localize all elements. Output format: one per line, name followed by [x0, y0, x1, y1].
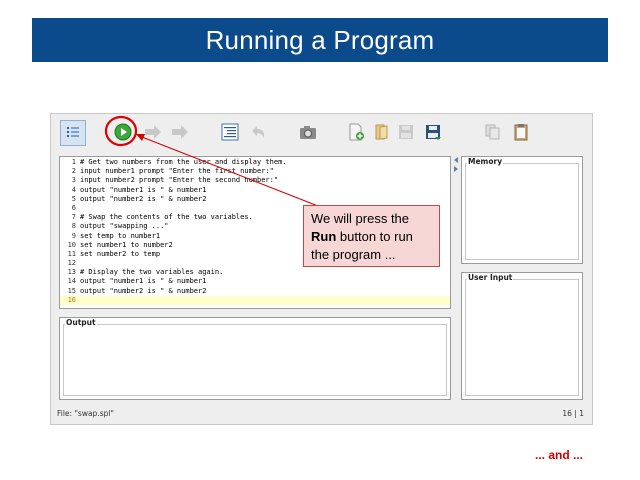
- line-number: 16: [67, 295, 76, 304]
- slide-title: Running a Program: [205, 24, 435, 55]
- line-text: output "number1 is " & number1: [80, 277, 207, 286]
- status-file: File: "swap.spl": [57, 409, 114, 418]
- line-number: 14: [67, 277, 76, 286]
- line-number: 15: [67, 286, 76, 295]
- memory-input-divider[interactable]: [461, 265, 583, 279]
- line-text: input number1 prompt "Enter the first nu…: [80, 167, 274, 176]
- line-text: output "swapping ...": [80, 222, 169, 231]
- user-input-area[interactable]: [465, 279, 579, 396]
- code-line[interactable]: 2 input number1 prompt "Enter the first n…: [60, 167, 450, 176]
- line-text: output "number1 is " & number1: [80, 185, 207, 194]
- code-line[interactable]: 4 output "number1 is " & number1: [60, 186, 450, 195]
- step-icon[interactable]: [141, 120, 165, 144]
- slide-title-banner: Running a Program: [32, 18, 608, 62]
- step-over-icon[interactable]: [168, 120, 192, 144]
- undo-icon[interactable]: [246, 120, 270, 144]
- memory-title: Memory: [467, 157, 504, 166]
- callout-text-pre: We will press the: [311, 211, 410, 226]
- line-number: 10: [67, 240, 76, 249]
- line-text: input number2 prompt "Enter the second n…: [80, 176, 279, 185]
- code-line[interactable]: 13 # Display the two variables again.: [60, 268, 450, 277]
- line-number: 7: [71, 213, 76, 222]
- output-pane: Output: [59, 317, 451, 400]
- line-text: set number1 to number2: [80, 240, 173, 249]
- output-title: Output: [65, 318, 97, 327]
- toolbar: [51, 114, 592, 152]
- outline-icon[interactable]: [218, 120, 242, 144]
- paste-icon[interactable]: [509, 120, 533, 144]
- copy-icon[interactable]: [481, 120, 505, 144]
- line-number: 8: [71, 222, 76, 231]
- memory-area: [465, 163, 579, 260]
- memory-pane: Memory: [461, 156, 583, 264]
- save-disabled-icon[interactable]: [394, 120, 418, 144]
- open-file-icon[interactable]: [369, 120, 393, 144]
- line-text: # Swap the contents of the two variables…: [80, 213, 253, 222]
- line-text: set temp to number1: [80, 231, 161, 240]
- code-line[interactable]: 15 output "number2 is " & number2: [60, 287, 450, 296]
- line-text: output "number2 is " & number2: [80, 194, 207, 203]
- line-number: 12: [67, 259, 76, 268]
- line-number: 1: [71, 158, 76, 166]
- save-icon[interactable]: [421, 120, 445, 144]
- line-number: 9: [71, 231, 76, 240]
- line-number: 2: [71, 167, 76, 176]
- code-line[interactable]: 16: [60, 295, 450, 305]
- run-icon[interactable]: [111, 120, 135, 144]
- callout-box: We will press the Run button to run the …: [303, 205, 440, 267]
- line-number: 5: [71, 194, 76, 203]
- output-area: [63, 324, 447, 396]
- ide-window: 1 # Get two numbers from the user and dis…: [50, 113, 593, 425]
- new-file-icon[interactable]: [344, 120, 368, 144]
- code-line[interactable]: 14 output "number1 is " & number1: [60, 277, 450, 286]
- line-text: set number2 to temp: [80, 249, 161, 258]
- line-number: 4: [71, 185, 76, 194]
- user-input-pane[interactable]: User Input: [461, 272, 583, 400]
- code-line[interactable]: 5 output "number2 is " & number2: [60, 195, 450, 204]
- line-number: 3: [71, 176, 76, 185]
- user-input-title: User Input: [467, 273, 514, 282]
- vertical-divider[interactable]: [452, 156, 460, 400]
- line-number: 13: [67, 268, 76, 277]
- status-position: 16 | 1: [562, 409, 584, 418]
- line-number: 11: [67, 249, 76, 258]
- line-text: output "number2 is " & number2: [80, 286, 207, 295]
- callout-text-bold: Run: [311, 229, 337, 244]
- code-line[interactable]: 3 input number2 prompt "Enter the second …: [60, 176, 450, 185]
- camera-icon[interactable]: [296, 120, 320, 144]
- slide-footer: ... and ...: [535, 448, 584, 462]
- toggle-view-icon[interactable]: [60, 120, 86, 146]
- line-text: # Get two numbers from the user and disp…: [80, 158, 287, 166]
- code-line[interactable]: 1 # Get two numbers from the user and dis…: [60, 158, 450, 167]
- editor-output-divider[interactable]: [59, 310, 451, 324]
- status-bar: File: "swap.spl" 16 | 1: [51, 402, 592, 424]
- line-text: # Display the two variables again.: [80, 268, 224, 277]
- line-number: 6: [71, 203, 76, 212]
